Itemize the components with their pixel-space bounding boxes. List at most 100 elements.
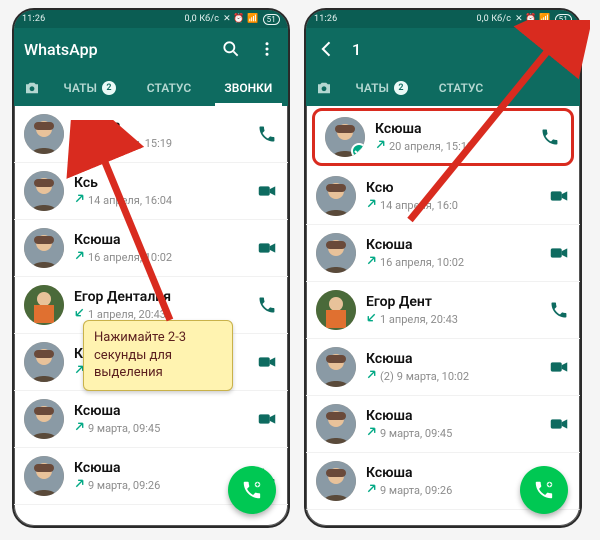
new-call-fab[interactable] <box>520 466 568 514</box>
status-batt: 51 <box>555 14 572 25</box>
avatar[interactable] <box>24 114 64 154</box>
call-time: 14 апреля, 16:04 <box>88 194 172 207</box>
delete-icon[interactable] <box>548 38 570 60</box>
status-time: 11:26 <box>22 14 45 24</box>
call-row[interactable]: Ксю14 апреля, 16:0 <box>306 168 580 225</box>
call-time: 9 марта, 09:26 <box>88 479 160 492</box>
avatar[interactable] <box>316 404 356 444</box>
avatar[interactable] <box>24 171 64 211</box>
call-time: 20 апреля, 15:19 <box>389 140 473 153</box>
video-call-icon[interactable] <box>256 408 278 430</box>
video-call-icon[interactable] <box>548 242 570 264</box>
call-meta: 1 апреля, 20:43 <box>74 307 246 321</box>
call-row[interactable]: Ксюша20 апреля, 15:19 <box>14 106 288 163</box>
call-row[interactable]: Ксюша 20 апреля, 15:19 <box>312 108 574 166</box>
call-info: Егор Дент1 апреля, 20:43 <box>366 294 538 326</box>
chats-badge: 2 <box>394 81 408 95</box>
voice-call-icon[interactable] <box>539 126 561 148</box>
call-time: 9 марта, 10:02 <box>397 370 469 383</box>
voice-call-icon[interactable] <box>256 294 278 316</box>
video-call-icon[interactable] <box>548 356 570 378</box>
direction-icon <box>74 478 85 492</box>
instruction-callout: Нажимайте 2-3 секунды для выделения <box>83 320 233 391</box>
phone-right: 11:26 0,0 Кб/с ✕ ⏰ 📶 51 1 ЧАТЫ 2 <box>304 8 582 528</box>
tab-calls[interactable]: ЗВОНКИ <box>209 70 288 106</box>
tab-status-label: СТАТУС <box>439 81 483 95</box>
call-row[interactable]: Ксюша9 марта, 09:45 <box>14 391 288 448</box>
call-row[interactable]: Ксюша 16 апреля, 10:02 <box>14 220 288 277</box>
call-info: Ксюша 16 апреля, 10:02 <box>366 237 538 269</box>
direction-icon <box>366 312 377 326</box>
call-meta: 16 апреля, 10:02 <box>366 255 538 269</box>
contact-name: Ксюша <box>366 408 538 424</box>
selected-check-icon <box>351 143 365 157</box>
voice-call-icon[interactable] <box>256 123 278 145</box>
call-time: 1 апреля, 20:43 <box>88 308 166 321</box>
status-net: 0,0 Кб/с <box>476 14 511 24</box>
contact-name: Ксюша <box>74 232 246 248</box>
call-meta: 20 апреля, 15:19 <box>375 139 529 153</box>
call-row[interactable]: Ксюша(2) 9 марта, 10:02 <box>306 339 580 396</box>
call-row[interactable]: Ксь14 апреля, 16:04 <box>14 163 288 220</box>
avatar[interactable] <box>325 117 365 157</box>
tab-status[interactable]: СТАТУС <box>421 70 500 106</box>
tab-chats-label: ЧАТЫ <box>63 81 97 95</box>
avatar[interactable] <box>24 285 64 325</box>
call-meta: 1 апреля, 20:43 <box>366 312 538 326</box>
avatar[interactable] <box>316 290 356 330</box>
tab-status[interactable]: СТАТУС <box>129 70 208 106</box>
avatar[interactable] <box>316 461 356 501</box>
video-call-icon[interactable] <box>548 413 570 435</box>
contact-name: Ксюша <box>375 121 529 137</box>
tab-calls[interactable] <box>501 70 580 106</box>
direction-icon <box>74 250 85 264</box>
call-time: 9 марта, 09:45 <box>88 422 160 435</box>
video-call-icon[interactable] <box>256 180 278 202</box>
call-list[interactable]: Ксюша20 апреля, 15:19Ксь14 апреля, 16:04… <box>14 106 288 526</box>
status-bar: 11:26 0,0 Кб/с ✕ ⏰ 📶 51 <box>306 10 580 28</box>
new-call-fab[interactable] <box>228 466 276 514</box>
contact-name: Ксюша <box>366 237 538 253</box>
call-info: Ксюша 9 марта, 09:45 <box>366 408 538 440</box>
call-row[interactable]: Ксюша 16 апреля, 10:02 <box>306 225 580 282</box>
more-icon[interactable] <box>256 38 278 60</box>
video-call-icon[interactable] <box>256 351 278 373</box>
call-list[interactable]: Ксюша20 апреля, 15:19Ксю14 апреля, 16:0К… <box>306 106 580 526</box>
direction-icon <box>74 136 85 150</box>
call-time: 9 марта, 09:26 <box>380 484 452 497</box>
chats-badge: 2 <box>102 81 116 95</box>
call-time: 9 марта, 09:45 <box>380 427 452 440</box>
back-icon[interactable] <box>316 38 338 60</box>
tab-chats[interactable]: ЧАТЫ 2 <box>342 70 421 106</box>
direction-icon <box>74 421 85 435</box>
status-time: 11:26 <box>314 14 337 24</box>
avatar[interactable] <box>24 228 64 268</box>
avatar[interactable] <box>316 233 356 273</box>
call-meta: 9 марта, 09:45 <box>366 426 538 440</box>
camera-tab-icon[interactable] <box>306 79 342 97</box>
direction-icon <box>366 198 377 212</box>
search-icon[interactable] <box>220 38 242 60</box>
avatar[interactable] <box>24 342 64 382</box>
voice-call-icon[interactable] <box>548 299 570 321</box>
tab-chats-label: ЧАТЫ <box>355 81 389 95</box>
video-call-icon[interactable] <box>256 237 278 259</box>
call-row[interactable]: Егор Дент1 апреля, 20:43 <box>306 282 580 339</box>
call-time: 16 апреля, 10:02 <box>88 251 172 264</box>
call-row[interactable]: Ксюша 9 марта, 09:45 <box>306 396 580 453</box>
camera-tab-icon[interactable] <box>14 79 50 97</box>
call-info: Ксюша 16 апреля, 10:02 <box>74 232 246 264</box>
tab-status-label: СТАТУС <box>147 81 191 95</box>
contact-name: Ксю <box>366 180 538 196</box>
phone-left: 11:26 0,0 Кб/с ✕ ⏰ 📶 51 WhatsApp ЧАТЫ 2 <box>12 8 290 528</box>
avatar[interactable] <box>316 347 356 387</box>
tab-chats[interactable]: ЧАТЫ 2 <box>50 70 129 106</box>
direction-icon <box>74 193 85 207</box>
call-count: (2) <box>380 370 394 383</box>
avatar[interactable] <box>24 456 64 496</box>
video-call-icon[interactable] <box>548 185 570 207</box>
avatar[interactable] <box>316 176 356 216</box>
direction-icon <box>366 426 377 440</box>
avatar[interactable] <box>24 399 64 439</box>
call-time: 1 апреля, 20:43 <box>380 313 458 326</box>
